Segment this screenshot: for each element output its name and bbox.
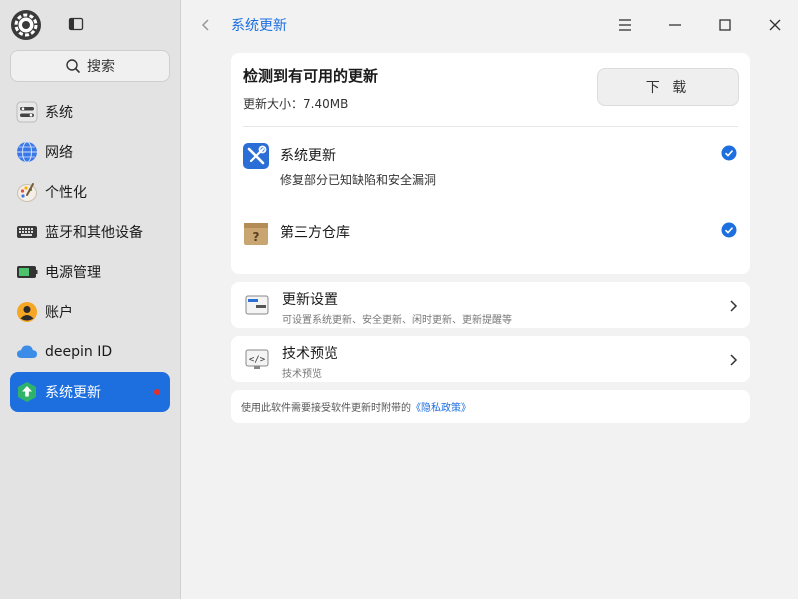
chevron-left-icon [201, 19, 209, 31]
cloud-icon [16, 341, 38, 363]
privacy-text: 使用此软件需要接受软件更新时附带的 [241, 403, 411, 414]
sidebar-item-label: 网络 [45, 145, 73, 161]
row-title: 更新设置 [282, 292, 338, 308]
package-box-icon: ? [243, 220, 269, 246]
update-item-name: 系统更新 [280, 148, 336, 164]
download-button[interactable]: 下 载 [597, 68, 739, 106]
privacy-policy-link[interactable]: 《隐私政策》 [411, 399, 471, 414]
update-item-desc: 修复部分已知缺陷和安全漏洞 [280, 173, 437, 187]
sidebar-item-personalization[interactable]: 个性化 [10, 172, 170, 212]
maximize-button[interactable] [715, 15, 735, 35]
sidebar-item-system-update[interactable]: 系统更新 [10, 372, 170, 412]
palette-brush-icon [16, 181, 38, 203]
row-subtitle: 可设置系统更新、安全更新、闲时更新、更新提醒等 [282, 315, 512, 326]
sidebar-toggle-icon[interactable] [68, 16, 84, 32]
sidebar-item-account[interactable]: 账户 [10, 292, 170, 332]
search-placeholder: 搜索 [87, 59, 115, 75]
sidebar-nav: 系统 网络 个性化 蓝牙和其他设备 电源管理 账户 deepin ID 系统更新 [10, 92, 170, 412]
keyboard-devices-icon [16, 221, 38, 243]
back-button[interactable] [199, 16, 213, 34]
update-available-card: 检测到有可用的更新 更新大小：7.40MB 下 载 系统更新 修复部分已知缺陷和… [231, 53, 750, 274]
update-item-checkbox[interactable] [721, 222, 737, 238]
sidebar-item-label: 蓝牙和其他设备 [45, 225, 143, 241]
check-circle-icon [721, 222, 737, 238]
sidebar: 搜索 系统 网络 个性化 蓝牙和其他设备 电源管理 账户 deepin ID 系… [0, 0, 181, 599]
update-settings-icon [245, 293, 269, 317]
network-globe-icon [16, 141, 38, 163]
svg-text:?: ? [253, 230, 260, 244]
titlebar: 系统更新 [181, 0, 798, 50]
update-item-name: 第三方仓库 [280, 225, 350, 241]
search-icon [66, 59, 80, 73]
maximize-icon [719, 19, 731, 31]
notification-dot [154, 389, 160, 395]
update-arrow-icon [16, 381, 38, 403]
page-title: 系统更新 [231, 18, 287, 34]
sidebar-item-label: 系统更新 [45, 385, 101, 401]
row-title: 技术预览 [282, 346, 338, 362]
sidebar-item-deepin-id[interactable]: deepin ID [10, 332, 170, 372]
system-update-tools-icon [243, 143, 269, 169]
privacy-notice: 使用此软件需要接受软件更新时附带的 《隐私政策》 [231, 390, 750, 423]
update-item-checkbox[interactable] [721, 145, 737, 161]
sidebar-item-label: 账户 [45, 305, 73, 321]
account-user-icon [16, 301, 38, 323]
minimize-button[interactable] [665, 15, 685, 35]
close-button[interactable] [765, 15, 785, 35]
close-icon [769, 19, 781, 31]
sidebar-item-label: deepin ID [45, 344, 113, 360]
minimize-icon [669, 24, 681, 26]
battery-icon [16, 261, 38, 283]
settings-gear-icon [10, 9, 42, 41]
check-circle-icon [721, 145, 737, 161]
svg-text:</>: </> [249, 355, 266, 365]
hamburger-menu-icon [619, 19, 631, 31]
chevron-right-icon [728, 352, 738, 366]
update-heading: 检测到有可用的更新 [243, 67, 379, 85]
code-preview-icon: </> [245, 347, 269, 371]
divider [243, 126, 738, 127]
row-subtitle: 技术预览 [282, 369, 322, 380]
sidebar-item-label: 个性化 [45, 185, 87, 201]
update-settings-row[interactable]: 更新设置 可设置系统更新、安全更新、闲时更新、更新提醒等 [231, 282, 750, 328]
tech-preview-row[interactable]: </> 技术预览 技术预览 [231, 336, 750, 382]
menu-button[interactable] [615, 15, 635, 35]
update-size: 更新大小：7.40MB [243, 97, 349, 111]
system-icon [16, 101, 38, 123]
search-input[interactable]: 搜索 [10, 50, 170, 82]
sidebar-item-label: 系统 [45, 105, 73, 121]
sidebar-item-bluetooth-devices[interactable]: 蓝牙和其他设备 [10, 212, 170, 252]
sidebar-item-network[interactable]: 网络 [10, 132, 170, 172]
sidebar-item-power[interactable]: 电源管理 [10, 252, 170, 292]
sidebar-item-system[interactable]: 系统 [10, 92, 170, 132]
chevron-right-icon [728, 298, 738, 312]
sidebar-item-label: 电源管理 [45, 265, 101, 281]
